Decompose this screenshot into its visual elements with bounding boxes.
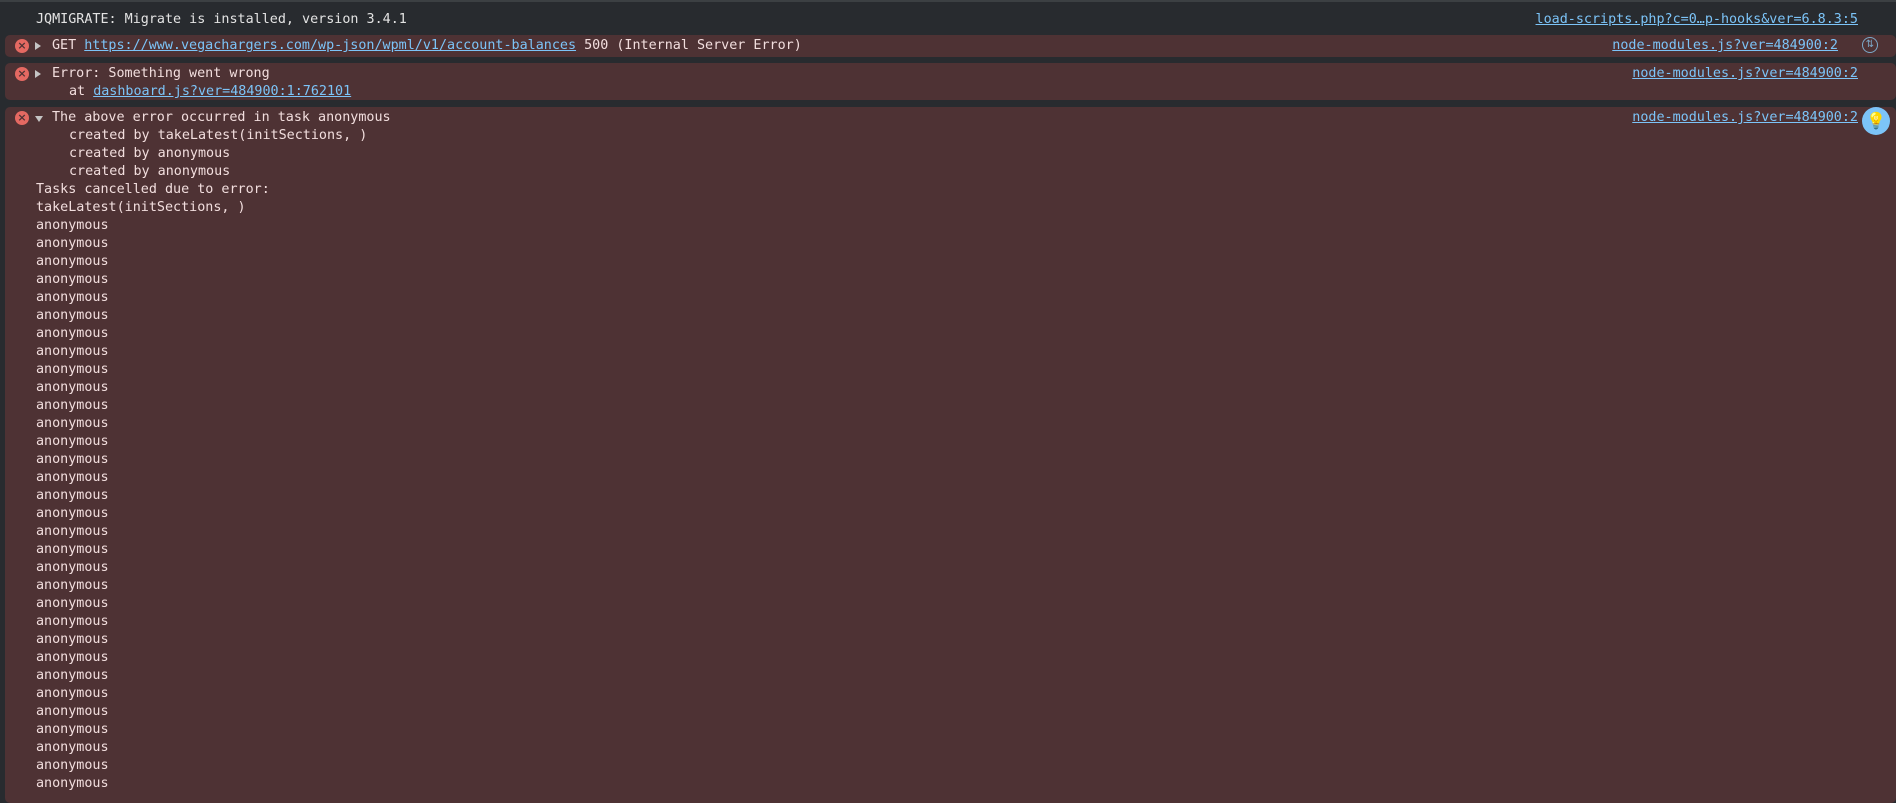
cancelled-task-line: takeLatest(initSections, ) [36, 200, 246, 215]
cancelled-header: Tasks cancelled due to error: [36, 182, 270, 197]
cancelled-task-line: anonymous [36, 722, 109, 737]
cancelled-task-line: anonymous [36, 380, 109, 395]
cancelled-task-line: anonymous [36, 758, 109, 773]
cancelled-task-line: anonymous [36, 416, 109, 431]
cancelled-task-line: anonymous [36, 308, 109, 323]
message-text: JQMIGRATE: Migrate is installed, version… [36, 12, 407, 27]
message-text: Error: Something went wrong [52, 66, 270, 81]
cancelled-task-line: anonymous [36, 542, 109, 557]
cancelled-task-line: anonymous [36, 398, 109, 413]
source-link[interactable]: node-modules.js?ver=484900:2 [1632, 109, 1858, 127]
error-icon: × [15, 39, 29, 53]
cancelled-task-line: anonymous [36, 344, 109, 359]
cancelled-task-line: anonymous [36, 452, 109, 467]
expand-triangle-icon[interactable] [35, 70, 41, 78]
at-label: at [69, 84, 86, 99]
created-by-line: created by anonymous [69, 146, 231, 161]
console-error-get: × GET https://www.vegachargers.com/wp-js… [5, 35, 1896, 57]
cancelled-task-line: anonymous [36, 488, 109, 503]
cancelled-task-line: anonymous [36, 236, 109, 251]
ai-insights-lightbulb-icon[interactable]: 💡 [1862, 107, 1890, 135]
cancelled-task-line: anonymous [36, 470, 109, 485]
cancelled-task-line: anonymous [36, 290, 109, 305]
error-icon: × [15, 111, 29, 125]
http-method: GET [52, 38, 77, 53]
created-by-line: created by takeLatest(initSections, ) [69, 128, 368, 143]
message-text: The above error occurred in task anonymo… [52, 110, 391, 125]
source-link[interactable]: load-scripts.php?c=0…p-hooks&ver=6.8.3:5 [1536, 11, 1858, 29]
cancelled-task-line: anonymous [36, 506, 109, 521]
panel-top-border [0, 0, 1896, 2]
stack-link[interactable]: dashboard.js?ver=484900:1:762101 [93, 84, 351, 99]
cancelled-task-line: anonymous [36, 650, 109, 665]
message-text: GET https://www.vegachargers.com/wp-json… [52, 37, 802, 55]
status-text: 500 (Internal Server Error) [584, 38, 802, 53]
cancelled-task-line: anonymous [36, 776, 109, 791]
collapse-triangle-icon[interactable] [35, 116, 43, 122]
cancelled-task-line: anonymous [36, 704, 109, 719]
expand-triangle-icon[interactable] [35, 42, 41, 50]
created-by-line: created by anonymous [69, 164, 231, 179]
console-error-something-went-wrong: × Error: Something went wrong at dashboa… [5, 63, 1896, 100]
cancelled-task-line: anonymous [36, 272, 109, 287]
cancelled-task-line: anonymous [36, 686, 109, 701]
cancelled-task-line: anonymous [36, 218, 109, 233]
cancelled-task-line: anonymous [36, 254, 109, 269]
request-url-link[interactable]: https://www.vegachargers.com/wp-json/wpm… [84, 38, 576, 53]
cancelled-task-line: anonymous [36, 434, 109, 449]
cancelled-task-line: anonymous [36, 614, 109, 629]
cancelled-task-line: anonymous [36, 560, 109, 575]
network-icon[interactable]: ⇅ [1862, 37, 1878, 53]
source-link[interactable]: node-modules.js?ver=484900:2 [1612, 37, 1838, 55]
error-icon: × [15, 67, 29, 81]
stack-line: at dashboard.js?ver=484900:1:762101 [69, 83, 351, 101]
console-error-task: × The above error occurred in task anony… [5, 107, 1896, 803]
cancelled-task-line: anonymous [36, 596, 109, 611]
cancelled-task-line: anonymous [36, 578, 109, 593]
cancelled-task-line: anonymous [36, 524, 109, 539]
cancelled-task-line: anonymous [36, 740, 109, 755]
cancelled-task-line: anonymous [36, 668, 109, 683]
cancelled-task-line: anonymous [36, 632, 109, 647]
source-link[interactable]: node-modules.js?ver=484900:2 [1632, 65, 1858, 83]
cancelled-task-line: anonymous [36, 362, 109, 377]
cancelled-task-line: anonymous [36, 326, 109, 341]
